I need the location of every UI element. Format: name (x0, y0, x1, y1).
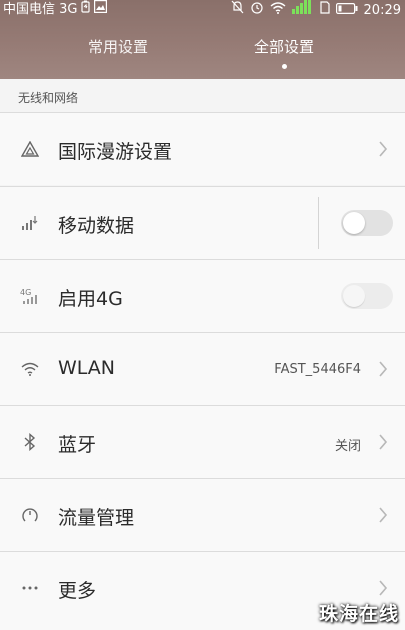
list-item-bluetooth[interactable]: 蓝牙 关闭 (0, 406, 405, 478)
item-label: WLAN (58, 357, 116, 379)
watermark: 珠海在线 (318, 603, 399, 625)
4g-toggle[interactable] (341, 283, 393, 309)
bluetooth-icon (20, 432, 40, 452)
list-item-traffic-management[interactable]: 流量管理 (0, 479, 405, 551)
item-label: 国际漫游设置 (58, 141, 173, 163)
list-item-4g[interactable]: 4G 启用4G (0, 260, 405, 332)
active-tab-indicator (282, 64, 287, 69)
battery-icon (335, 1, 358, 21)
list-item-mobile-data[interactable]: 移动数据 (0, 187, 405, 259)
item-label: 移动数据 (58, 215, 135, 237)
signal-icon (291, 0, 314, 21)
status-bar: 中国电信 3G 20:29 (0, 0, 405, 20)
item-label: 流量管理 (58, 507, 135, 529)
sim-icon (319, 0, 330, 21)
more-icon (20, 578, 40, 598)
carrier-text: 中国电信 3G (3, 2, 78, 17)
separator (318, 197, 319, 249)
list-item-roaming[interactable]: 国际漫游设置 (0, 113, 405, 185)
chevron-right-icon (377, 139, 389, 159)
item-label: 启用4G (58, 288, 123, 310)
tab-bar: 常用设置 全部设置 (0, 36, 405, 64)
mobile-data-toggle[interactable] (341, 210, 393, 236)
mobile-data-icon (20, 213, 40, 233)
wifi-status-icon (270, 1, 286, 21)
item-label: 更多 (58, 580, 97, 602)
tab-common-settings[interactable]: 常用设置 (88, 36, 148, 57)
traffic-icon (20, 505, 40, 525)
4g-icon: 4G (20, 286, 40, 306)
section-title: 无线和网络 (18, 91, 79, 105)
notification-off-icon (231, 0, 244, 21)
alarm-icon (250, 0, 264, 21)
chevron-right-icon (377, 359, 389, 379)
svg-text:4G: 4G (20, 288, 31, 297)
wlan-network-name: FAST_5446F4 (274, 362, 361, 377)
header: 中国电信 3G 20:29 常用设置 全部设置 (0, 0, 405, 79)
chevron-right-icon (377, 505, 389, 525)
battery-saver-icon (81, 0, 91, 20)
chevron-right-icon (377, 578, 389, 598)
bluetooth-status: 关闭 (334, 439, 361, 454)
image-notification-icon (94, 0, 108, 20)
clock-text: 20:29 (363, 2, 401, 18)
chevron-right-icon (377, 432, 389, 452)
wifi-icon (20, 359, 40, 379)
roaming-icon (20, 139, 40, 159)
tab-all-settings[interactable]: 全部设置 (254, 36, 314, 57)
list-item-wlan[interactable]: WLAN FAST_5446F4 (0, 333, 405, 405)
item-label: 蓝牙 (58, 434, 97, 456)
